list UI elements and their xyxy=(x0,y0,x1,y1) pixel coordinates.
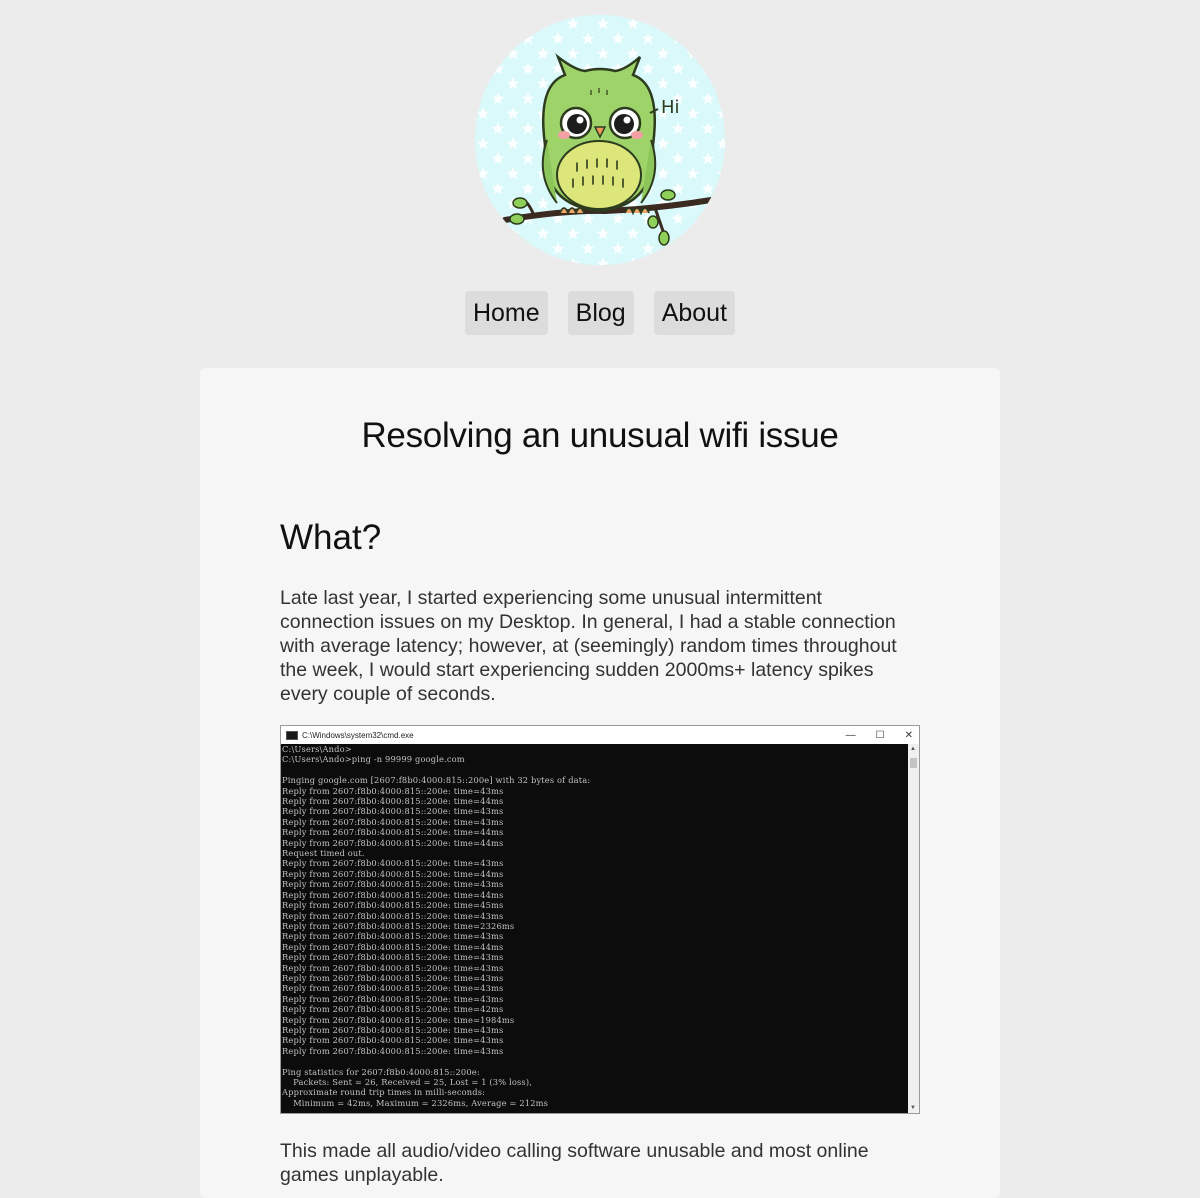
close-icon: ✕ xyxy=(904,729,913,741)
scroll-thumb xyxy=(910,758,917,768)
hi-text: Hi xyxy=(661,97,680,118)
owl-avatar: Hi xyxy=(475,15,725,265)
minimize-icon: — xyxy=(845,729,856,741)
main-nav: Home Blog About xyxy=(0,291,1200,335)
post-paragraph-1: Late last year, I started experiencing s… xyxy=(280,587,897,705)
cmd-window-title: C:\Windows\system32\cmd.exe xyxy=(302,730,414,740)
scroll-up-icon: ▲ xyxy=(910,746,916,752)
post-card: Resolving an unusual wifi issue What? La… xyxy=(200,368,1000,1198)
site-header: Hi Home Blog About xyxy=(0,0,1200,368)
nav-home-link[interactable]: Home xyxy=(464,291,548,335)
post-paragraph-2: This made all audio/video calling softwa… xyxy=(280,1140,869,1186)
scroll-down-icon: ▼ xyxy=(910,1105,916,1111)
cmd-scrollbar: ▲ ▼ xyxy=(908,744,919,1113)
cmd-screenshot: C:\Windows\system32\cmd.exe — ☐ ✕ C:\Use… xyxy=(280,725,920,1114)
maximize-icon: ☐ xyxy=(875,729,885,741)
cmd-app-icon xyxy=(286,730,298,740)
window-controls: — ☐ ✕ xyxy=(846,726,913,744)
nav-about-link[interactable]: About xyxy=(653,291,736,335)
owl-illustration: Hi xyxy=(475,15,725,265)
cmd-output: C:\Users\Ando> C:\Users\Ando>ping -n 999… xyxy=(282,744,591,1108)
post-title: Resolving an unusual wifi issue xyxy=(361,416,839,455)
section-heading-what: What? xyxy=(280,518,382,557)
nav-blog-link[interactable]: Blog xyxy=(567,291,634,335)
cmd-titlebar: C:\Windows\system32\cmd.exe — ☐ ✕ xyxy=(281,726,919,744)
cmd-body: C:\Users\Ando> C:\Users\Ando>ping -n 999… xyxy=(281,744,919,1113)
